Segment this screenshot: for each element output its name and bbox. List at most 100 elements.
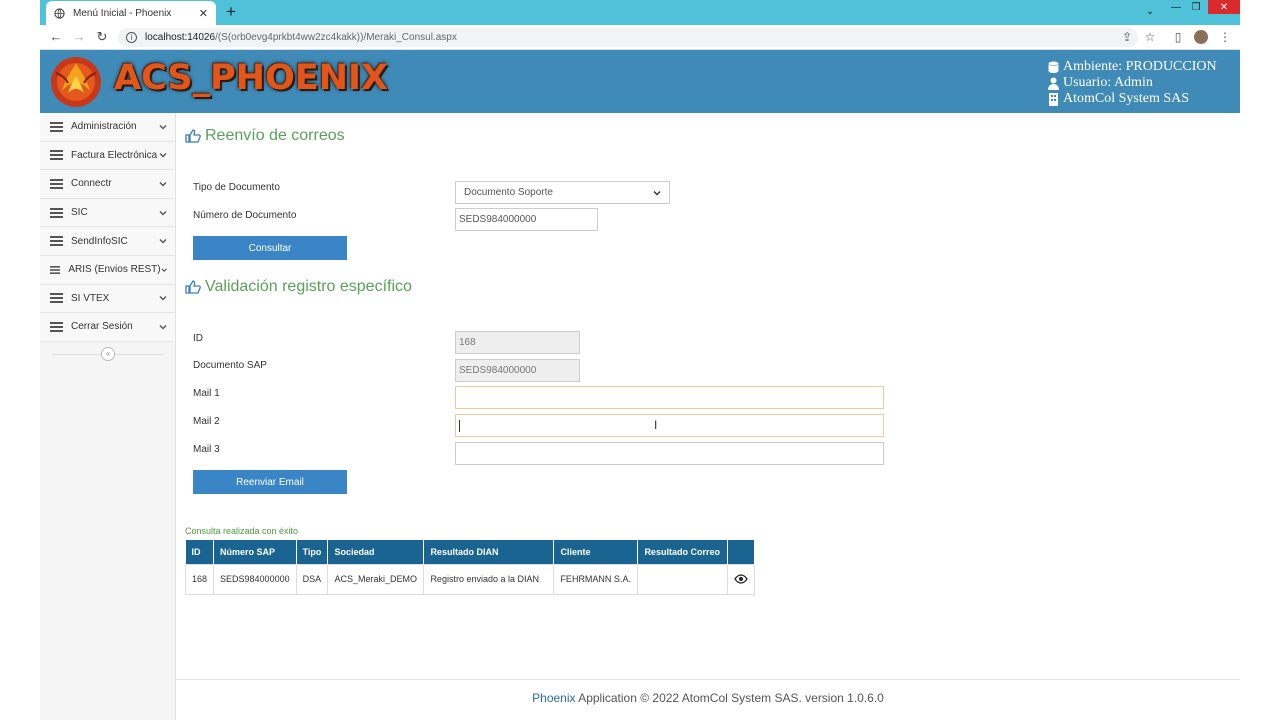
tab-close-icon[interactable]: ✕ — [199, 7, 208, 20]
sidebar-item-cerrar-sesion[interactable]: Cerrar Sesión — [40, 313, 175, 342]
address-bar[interactable]: i localhost:14026/(S(orb0evg4prkbt4ww2zc… — [118, 28, 1138, 47]
doc-number-value: SEDS984000000 — [459, 214, 537, 225]
browser-window: Menú Inicial - Phoenix ✕ + ⌄ — ❐ ✕ ← → ↻… — [40, 0, 1240, 720]
footer: Phoenix Application © 2022 AtomCol Syste… — [176, 691, 1240, 705]
footer-text: Application © 2022 AtomCol System SAS. v… — [575, 691, 884, 705]
chevron-down-icon — [159, 181, 167, 187]
sidebar-item-label: Factura Electrónica — [71, 149, 158, 161]
column-header-dian: Resultado DIAN — [423, 540, 555, 564]
sidebar-item-label: SendInfoSIC — [71, 235, 128, 247]
resend-section-title: Reenvío de correos — [185, 127, 345, 145]
user-row: Usuario: Admin — [1048, 75, 1217, 91]
chevron-down-icon — [159, 324, 167, 330]
sidebar-item-sendinfosic[interactable]: SendInfoSIC — [40, 227, 175, 256]
browser-tab[interactable]: Menú Inicial - Phoenix ✕ — [46, 1, 216, 25]
column-header-tipo: Tipo — [296, 540, 329, 564]
chevron-down-icon — [159, 296, 167, 301]
list-icon — [50, 150, 63, 161]
cell-dian: Registro enviado a la DIAN — [423, 563, 555, 595]
sidebar-item-sic[interactable]: SIC — [40, 198, 175, 228]
sidebar-item-administracion[interactable]: Administración — [40, 113, 175, 142]
chevron-down-icon — [159, 153, 167, 158]
chevron-down-icon — [159, 210, 167, 216]
minimize-icon[interactable]: — — [1168, 0, 1184, 15]
list-icon — [50, 178, 63, 189]
list-icon — [50, 121, 63, 132]
sidebar-collapse-row: « — [40, 342, 175, 366]
thumbs-up-icon — [185, 129, 201, 143]
footer-brand: Phoenix — [532, 691, 576, 705]
left-margin — [0, 0, 40, 720]
globe-icon — [54, 7, 65, 19]
list-icon — [50, 265, 61, 274]
back-icon[interactable]: ← — [48, 29, 64, 45]
doc-number-input[interactable]: SEDS984000000 — [455, 208, 598, 231]
side-panel-icon[interactable]: ▯ — [1171, 30, 1185, 44]
sidebar-item-si-vtex[interactable]: SI VTEX — [40, 284, 175, 314]
doc-type-value: Documento Soporte — [464, 187, 553, 198]
column-header-id: ID — [185, 540, 215, 564]
bookmark-star-icon[interactable]: ☆ — [1143, 30, 1157, 44]
resend-title-text: Reenvío de correos — [205, 127, 345, 144]
chevron-down-icon — [159, 124, 167, 130]
mail2-label: Mail 2 — [193, 416, 220, 427]
column-header-cliente: Cliente — [553, 540, 639, 564]
sidebar-item-label: Cerrar Sesión — [71, 321, 133, 333]
share-icon[interactable]: ⇪ — [1120, 30, 1134, 44]
restore-icon[interactable]: ❐ — [1188, 0, 1204, 15]
mail1-field[interactable] — [455, 386, 884, 409]
profile-avatar[interactable] — [1194, 30, 1208, 44]
mail3-field[interactable] — [455, 442, 884, 465]
sidebar-item-label: Connectr — [71, 178, 112, 190]
collapse-sidebar-icon[interactable]: « — [101, 346, 115, 361]
id-label: ID — [193, 333, 203, 344]
doc-type-select[interactable]: Documento Soporte — [455, 181, 670, 204]
user-icon — [1048, 77, 1059, 90]
consult-button[interactable]: Consultar — [193, 236, 347, 260]
environment-text: Ambiente: PRODUCCION — [1063, 59, 1217, 74]
resend-email-button[interactable]: Reenviar Email — [193, 470, 347, 494]
new-tab-button[interactable]: + — [226, 2, 236, 22]
tab-strip: Menú Inicial - Phoenix ✕ + ⌄ — ❐ ✕ — [40, 0, 1240, 25]
sap-field: SEDS984000000 — [455, 359, 580, 382]
reload-icon[interactable]: ↻ — [94, 29, 110, 45]
sidebar: Administración Factura Electrónica Conne… — [40, 113, 176, 720]
window-close-icon[interactable]: ✕ — [1208, 0, 1240, 14]
sidebar-item-aris[interactable]: ARIS (Envios REST) — [40, 255, 175, 285]
sap-value: SEDS984000000 — [459, 365, 537, 376]
list-icon — [50, 293, 63, 304]
browser-toolbar: ← → ↻ i localhost:14026/(S(orb0evg4prkbt… — [40, 25, 1240, 50]
site-info-icon[interactable]: i — [126, 32, 137, 43]
chevron-down-icon — [161, 268, 167, 272]
table-row: 168 SEDS984000000 DSA ACS_Meraki_DEMO Re… — [184, 563, 756, 595]
user-text: Usuario: Admin — [1063, 75, 1153, 90]
mail2-field[interactable] — [455, 414, 884, 437]
sidebar-item-label: ARIS (Envios REST) — [68, 264, 161, 276]
chevron-down-icon — [653, 190, 661, 195]
mail3-label: Mail 3 — [193, 444, 220, 455]
footer-divider — [176, 679, 1240, 680]
sidebar-item-factura-electronica[interactable]: Factura Electrónica — [40, 141, 175, 171]
url-path: /(S(orb0evg4prkbt4ww2zc4kakk))/Meraki_Co… — [215, 32, 457, 43]
sidebar-item-connectr[interactable]: Connectr — [40, 170, 175, 199]
column-header-sap: Número SAP — [213, 540, 297, 564]
sap-label: Documento SAP — [193, 360, 267, 371]
database-icon — [1048, 61, 1059, 73]
browser-menu-icon[interactable]: ⋮ — [1218, 30, 1232, 44]
list-icon — [50, 207, 63, 218]
forward-icon[interactable]: → — [71, 29, 87, 45]
environment-info: Ambiente: PRODUCCION Usuario: Admin Atom… — [1048, 59, 1217, 107]
tab-search-icon[interactable]: ⌄ — [1142, 4, 1158, 19]
validation-title-text: Validación registro específico — [205, 278, 412, 295]
results-table: ID Número SAP Tipo Sociedad Resultado DI… — [184, 540, 756, 595]
sidebar-item-label: SIC — [71, 207, 88, 219]
eye-icon[interactable] — [734, 574, 749, 584]
phoenix-logo-icon — [51, 57, 101, 107]
cell-tipo: DSA — [295, 563, 329, 595]
text-cursor-icon: I — [654, 418, 658, 432]
tab-title: Menú Inicial - Phoenix — [73, 7, 172, 19]
thumbs-up-icon — [185, 280, 201, 294]
id-value: 168 — [459, 337, 476, 348]
cell-action — [727, 563, 756, 595]
list-icon — [50, 236, 63, 247]
